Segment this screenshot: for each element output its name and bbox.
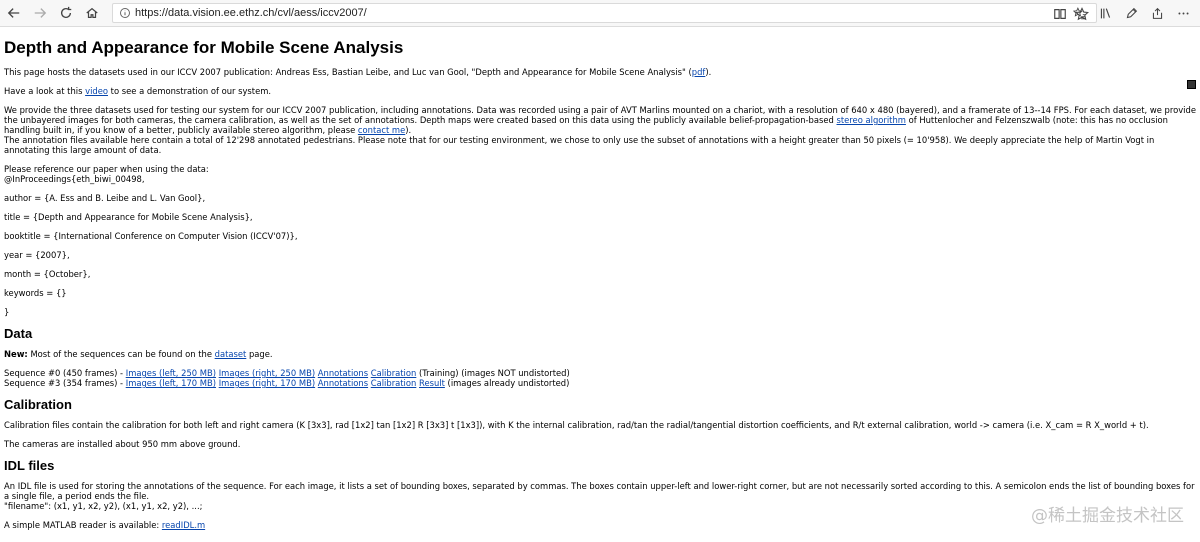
reading-view-button[interactable]: [1052, 6, 1068, 22]
bibtex-line: booktitle = {International Conference on…: [4, 231, 298, 241]
bibtex-line: keywords = {}: [4, 288, 67, 298]
seq0-images-left-link[interactable]: Images (left, 250 MB): [126, 368, 216, 378]
home-button[interactable]: [80, 1, 104, 25]
refresh-button[interactable]: [54, 1, 78, 25]
new-suffix: page.: [246, 349, 273, 359]
calibration-heading: Calibration: [4, 397, 72, 412]
reading-list-button[interactable]: [1094, 2, 1116, 24]
seq3-calibration-link[interactable]: Calibration: [371, 378, 417, 388]
video-link[interactable]: video: [85, 86, 108, 96]
intro-paragraph: This page hosts the datasets used in our…: [4, 67, 1196, 77]
bibtex-line: title = {Depth and Appearance for Mobile…: [4, 212, 253, 222]
dataset-link[interactable]: dataset: [215, 349, 247, 359]
video-paragraph: Have a look at this video to see a demon…: [4, 86, 1196, 96]
page-title: Depth and Appearance for Mobile Scene An…: [4, 38, 404, 57]
bibtex-line: @InProceedings{eth_biwi_00498,: [4, 174, 145, 184]
new-paragraph: New: Most of the sequences can be found …: [4, 349, 1196, 359]
share-icon: [1152, 7, 1162, 19]
url-text[interactable]: https://data.vision.ee.ethz.ch/cvl/aess/…: [135, 7, 367, 19]
pen-icon: [1126, 7, 1137, 18]
sequence-0-row: Sequence #0 (450 frames) - Images (left,…: [4, 368, 1196, 378]
new-label: New:: [4, 349, 28, 359]
seq0-images-right-link[interactable]: Images (right, 250 MB): [219, 368, 315, 378]
reader-text: A simple MATLAB reader is available:: [4, 520, 162, 530]
datasets-text-3: ).: [405, 125, 412, 135]
seq3-result-link[interactable]: Result: [419, 378, 445, 388]
bibtex-line: }: [4, 307, 10, 317]
camera-height-text: The cameras are installed about 950 mm a…: [4, 439, 241, 449]
watermark: @稀土掘金技术社区: [1031, 506, 1184, 526]
sequence-3-row: Sequence #3 (354 frames) - Images (left,…: [4, 378, 1196, 388]
info-icon[interactable]: [119, 7, 131, 19]
back-button[interactable]: [2, 1, 26, 25]
intro-text: This page hosts the datasets used in our…: [4, 67, 692, 77]
data-heading: Data: [4, 326, 33, 341]
datasets-paragraph: We provide the three datasets used for t…: [4, 105, 1196, 135]
page-widget-icon[interactable]: [1187, 80, 1196, 89]
idl-format: "filename": (x1, y1, x2, y2), (x1, y1, x…: [4, 501, 203, 511]
web-note-button[interactable]: [1120, 2, 1142, 24]
sequence-0-label: Sequence #0 (450 frames) -: [4, 368, 126, 378]
idl-heading: IDL files: [4, 458, 55, 473]
share-button[interactable]: [1146, 2, 1168, 24]
bibtex-line: year = {2007},: [4, 250, 70, 260]
seq3-annotations-link[interactable]: Annotations: [318, 378, 368, 388]
sequence-3-label: Sequence #3 (354 frames) -: [4, 378, 126, 388]
idl-description: An IDL file is used for storing the anno…: [4, 481, 1195, 501]
sequence-3-note: (images already undistorted): [444, 378, 570, 388]
favorites-list-icon: [1072, 6, 1085, 19]
calibration-text: Calibration files contain the calibratio…: [4, 420, 1149, 430]
library-icon: [1100, 7, 1110, 18]
new-text: Most of the sequences can be found on th…: [27, 349, 215, 359]
seq3-images-right-link[interactable]: Images (right, 170 MB): [219, 378, 315, 388]
stereo-algorithm-link[interactable]: stereo algorithm: [837, 115, 906, 125]
matlab-reader-paragraph: A simple MATLAB reader is available: rea…: [4, 520, 1196, 530]
more-button[interactable]: [1172, 2, 1194, 24]
arrow-right-icon: [34, 8, 47, 18]
arrow-left-icon: [7, 8, 20, 18]
seq3-images-left-link[interactable]: Images (left, 170 MB): [126, 378, 216, 388]
annotation-paragraph: The annotation files available here cont…: [4, 135, 1155, 155]
bibtex-line: month = {October},: [4, 269, 91, 279]
seq0-annotations-link[interactable]: Annotations: [318, 368, 368, 378]
favorites-hub-button[interactable]: [1068, 2, 1090, 24]
address-bar[interactable]: https://data.vision.ee.ethz.ch/cvl/aess/…: [112, 3, 1097, 23]
video-text: Have a look at this: [4, 86, 86, 96]
seq0-calibration-link[interactable]: Calibration: [371, 368, 417, 378]
contact-link[interactable]: contact me: [358, 125, 405, 135]
bibtex-line: author = {A. Ess and B. Leibe and L. Van…: [4, 193, 206, 203]
readidl-link[interactable]: readIDL.m: [162, 520, 205, 530]
book-icon: [1054, 9, 1066, 19]
more-icon: [1177, 12, 1189, 14]
page-content: Depth and Appearance for Mobile Scene An…: [0, 38, 1200, 530]
intro-suffix: ).: [705, 67, 712, 77]
home-icon: [86, 7, 98, 18]
browser-toolbar: https://data.vision.ee.ethz.ch/cvl/aess/…: [0, 0, 1200, 27]
video-suffix: to see a demonstration of our system.: [108, 86, 272, 96]
reference-intro: Please reference our paper when using th…: [4, 164, 209, 174]
forward-button[interactable]: [28, 1, 52, 25]
pdf-link[interactable]: pdf: [692, 67, 706, 77]
refresh-icon: [60, 6, 72, 19]
sequence-0-note: (Training) (images NOT undistorted): [416, 368, 570, 378]
